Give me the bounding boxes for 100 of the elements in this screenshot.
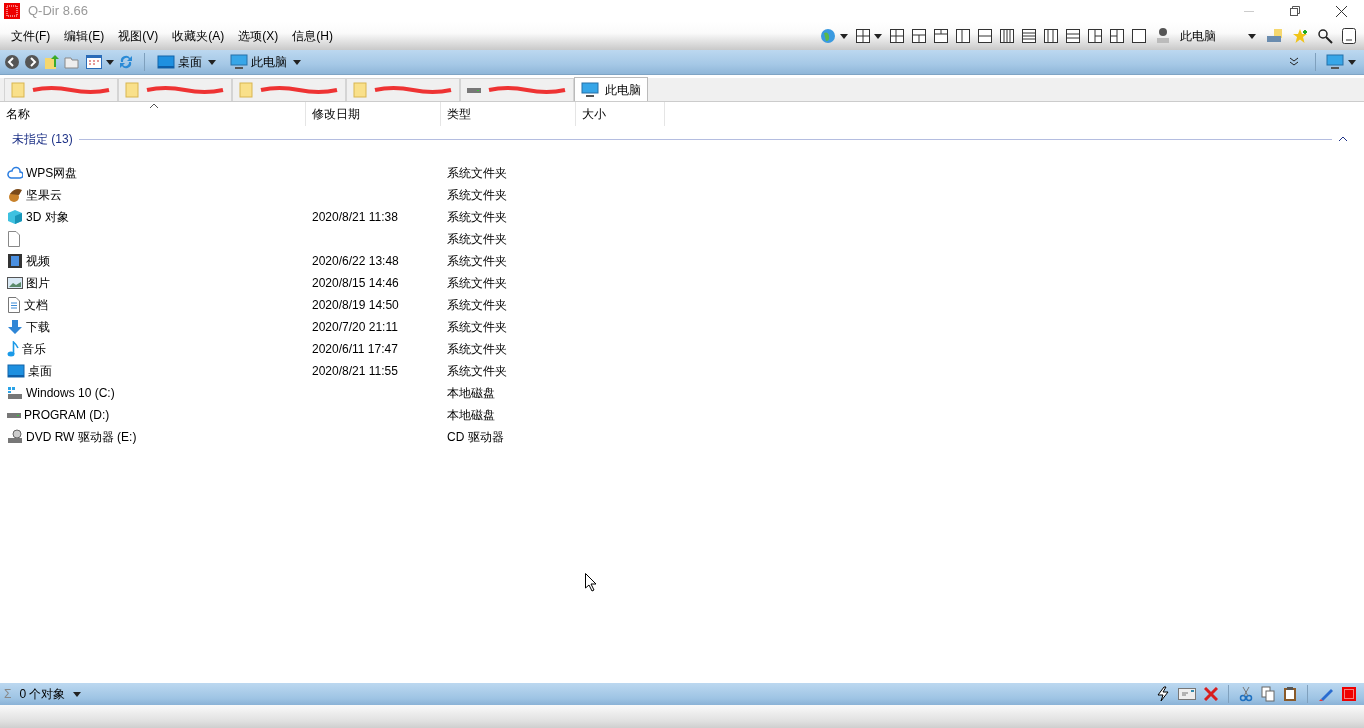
file-name[interactable]: 文档	[24, 296, 48, 314]
caret-icon[interactable]	[1348, 59, 1356, 65]
acorn-icon	[7, 187, 23, 203]
lightning-icon[interactable]	[1156, 686, 1170, 702]
window-title: Q-Dir 8.66	[28, 2, 88, 21]
image-icon	[7, 276, 23, 290]
drive-icon	[7, 385, 23, 401]
monitor-icon	[157, 55, 175, 69]
caret-icon[interactable]	[840, 33, 848, 39]
folder-tab[interactable]	[118, 78, 232, 101]
file-name[interactable]: 下载	[26, 318, 50, 336]
location-dropdown[interactable]: 此电脑	[1178, 25, 1258, 47]
layout-icon[interactable]	[1000, 29, 1014, 43]
close-icon	[1335, 5, 1347, 17]
folder-tab[interactable]	[346, 78, 460, 101]
date-cell: 2020/8/21 11:55	[312, 364, 398, 378]
cut-icon[interactable]	[1239, 686, 1253, 702]
layout-icon[interactable]	[934, 29, 948, 43]
mouse-cursor-icon	[585, 573, 597, 592]
file-name[interactable]: 坚果云	[26, 186, 62, 204]
layout-icon[interactable]	[1022, 29, 1036, 43]
caret-icon[interactable]	[73, 691, 82, 697]
magnifier-icon[interactable]	[1316, 27, 1334, 45]
date-cell: 2020/8/15 14:46	[312, 276, 399, 290]
copy-icon[interactable]	[1261, 686, 1275, 702]
file-name[interactable]: DVD RW 驱动器 (E:)	[26, 428, 137, 446]
forward-icon[interactable]	[24, 54, 40, 70]
column-header[interactable]: 大小	[576, 102, 665, 126]
file-name[interactable]: 音乐	[22, 340, 46, 358]
file-name[interactable]: WPS网盘	[26, 164, 78, 182]
back-icon[interactable]	[4, 54, 20, 70]
down-arrow-icon	[7, 319, 23, 335]
group-header[interactable]: 未指定 (13)	[12, 130, 73, 148]
dvd-drive-icon	[7, 429, 23, 445]
layout-icon[interactable]	[890, 29, 904, 43]
column-header[interactable]: 修改日期	[306, 102, 441, 126]
folder-tab[interactable]: 此电脑	[574, 77, 648, 101]
column-header[interactable]: 类型	[441, 102, 576, 126]
collapse-icon[interactable]	[1338, 135, 1348, 143]
caret-icon[interactable]	[106, 59, 114, 65]
menu-item[interactable]: 信息(H)	[285, 25, 340, 47]
layout-icon[interactable]	[912, 29, 926, 43]
folder-shortcut-button[interactable]: 此电脑	[228, 51, 289, 73]
file-name[interactable]: 图片	[26, 274, 50, 292]
menu-item[interactable]: 选项(X)	[231, 25, 286, 47]
file-name[interactable]: 桌面	[28, 362, 52, 380]
file-name[interactable]: Windows 10 (C:)	[26, 384, 115, 402]
caret-icon[interactable]	[874, 33, 882, 39]
file-icon	[7, 231, 21, 247]
monitor-icon	[7, 364, 25, 378]
window-icon[interactable]	[1342, 28, 1356, 44]
menu-item[interactable]: 收藏夹(A)	[165, 25, 232, 47]
object-count: 0 个对象	[19, 686, 66, 703]
drive-icon	[7, 412, 21, 418]
cube-icon	[7, 209, 23, 225]
menu-item[interactable]: 文件(F)	[4, 25, 58, 47]
file-name[interactable]: 视频	[26, 252, 50, 270]
sum-icon: Σ	[4, 685, 12, 703]
folder-tab[interactable]	[460, 78, 574, 101]
column-header[interactable]: 名称	[0, 102, 306, 126]
layout-icon[interactable]	[1088, 29, 1102, 43]
type-cell: 系统文件夹	[447, 232, 507, 246]
paste-icon[interactable]	[1283, 686, 1297, 702]
type-cell: 系统文件夹	[447, 276, 507, 290]
menu-item[interactable]: 视图(V)	[111, 25, 166, 47]
folder-tab[interactable]	[4, 78, 118, 101]
type-cell: 本地磁盘	[447, 386, 495, 400]
view-grid-icon[interactable]	[86, 55, 102, 69]
menu-item[interactable]: 编辑(E)	[57, 25, 112, 47]
layout-icon[interactable]	[1044, 29, 1058, 43]
file-name[interactable]: PROGRAM (D:)	[24, 406, 110, 424]
date-cell: 2020/8/21 11:38	[312, 210, 398, 224]
caret-icon[interactable]	[208, 59, 216, 65]
type-cell: 系统文件夹	[447, 166, 507, 180]
type-cell: 系统文件夹	[447, 188, 507, 202]
envelope-icon[interactable]	[1178, 688, 1196, 700]
monitor-icon	[581, 81, 599, 98]
pen-icon[interactable]	[1318, 686, 1334, 702]
type-cell: 本地磁盘	[447, 408, 495, 422]
grid-icon[interactable]	[856, 29, 870, 43]
folder-shortcut-button[interactable]: 桌面	[155, 51, 204, 73]
folder-icon	[125, 82, 139, 98]
delete-icon[interactable]	[1204, 687, 1218, 701]
chevron-icon[interactable]	[1289, 57, 1299, 67]
layout-icon[interactable]	[978, 29, 992, 43]
layout-icon[interactable]	[1066, 29, 1080, 43]
type-cell: 系统文件夹	[447, 342, 507, 356]
monitor-icon[interactable]	[1326, 54, 1344, 70]
file-name[interactable]: 3D 对象	[26, 208, 69, 226]
folder-tab[interactable]	[232, 78, 346, 101]
layout-icon[interactable]	[956, 29, 970, 43]
caret-icon[interactable]	[293, 59, 301, 65]
star-icon[interactable]	[1292, 28, 1308, 44]
music-note-icon	[7, 341, 19, 357]
date-cell: 2020/6/11 17:47	[312, 342, 398, 356]
drive-icon	[467, 87, 481, 93]
layout-icon[interactable]	[1132, 29, 1146, 43]
layout-icon[interactable]	[1110, 29, 1124, 43]
type-cell: 系统文件夹	[447, 254, 507, 268]
caret-icon	[1248, 33, 1256, 39]
